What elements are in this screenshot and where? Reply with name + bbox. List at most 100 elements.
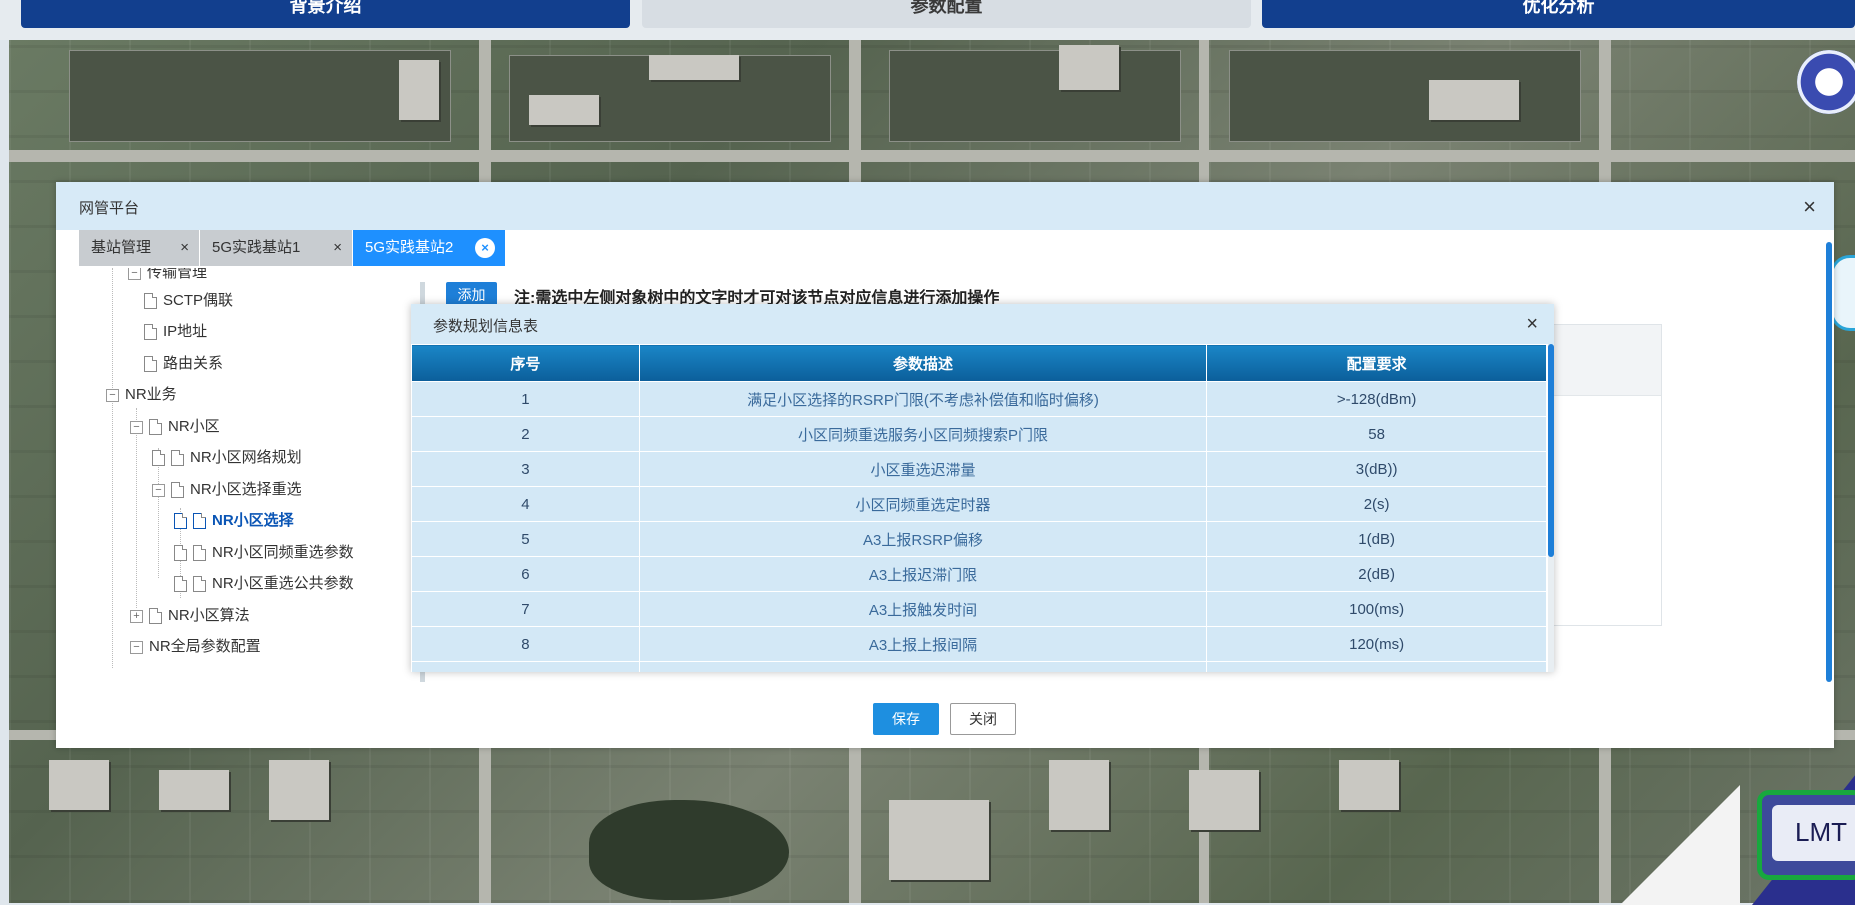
table-row: 3 小区重选迟滞量 3(dB)) — [411, 451, 1547, 487]
tab-station-management[interactable]: 基站管理 × — [79, 230, 199, 266]
modal-scrollbar-thumb[interactable] — [1548, 344, 1554, 557]
tree-node-label: 路由关系 — [163, 355, 224, 372]
tab-label: 5G实践基站1 — [212, 239, 301, 256]
document-icon — [144, 293, 157, 310]
row-requirement: 2(dB) — [1206, 556, 1547, 592]
modal-header: 参数规划信息表 × — [411, 304, 1554, 344]
document-icon — [144, 356, 157, 373]
settings-gear-icon[interactable] — [1797, 50, 1855, 114]
tab-label: 5G实践基站2 — [365, 239, 454, 256]
close-button[interactable]: 关闭 — [950, 703, 1016, 735]
tree-node-label: NR小区 — [168, 418, 220, 435]
tree-node-transport[interactable]: − 传输管理 — [128, 268, 207, 286]
document-icon — [149, 419, 162, 436]
tab-5g-station-1[interactable]: 5G实践基站1 × — [200, 230, 352, 266]
lmt-monitor-icon[interactable]: LMT — [1757, 790, 1855, 880]
row-requirement: 3(dB)) — [1206, 451, 1547, 487]
row-requirement: 100(ms) — [1206, 591, 1547, 627]
parameter-table: 序号 参数描述 配置要求 1 满足小区选择的RSRP门限(不考虑补偿值和临时偏移… — [411, 344, 1547, 672]
table-header-row: 序号 参数描述 配置要求 — [411, 344, 1547, 382]
tree-node-nr-cell-reselection[interactable]: − NR小区选择重选 — [152, 477, 302, 503]
tree-node-nr-service[interactable]: − NR业务 — [106, 382, 177, 408]
document-icon — [171, 450, 184, 467]
expand-icon[interactable]: + — [130, 609, 143, 623]
table-row: 2 小区同频重选服务小区同频搜索P门限 58 — [411, 416, 1547, 452]
modal-scrollbar[interactable] — [1548, 344, 1554, 672]
tab-5g-station-2[interactable]: 5G实践基站2 × — [353, 230, 505, 266]
nav-tab-optimization[interactable]: 优化分析 — [1262, 0, 1855, 28]
collapse-icon[interactable]: − — [130, 420, 143, 434]
document-icon — [193, 545, 206, 562]
tree-node-label: 传输管理 — [147, 268, 208, 281]
tab-close-icon[interactable]: × — [475, 238, 495, 258]
tree-node-label: NR小区算法 — [168, 607, 250, 624]
table-row: 5 A3上报RSRP偏移 1(dB) — [411, 521, 1547, 557]
lmt-label: LMT — [1772, 805, 1855, 861]
column-header-index: 序号 — [411, 344, 640, 382]
row-description: 小区同频重选服务小区同频搜索P门限 — [638, 416, 1208, 452]
tab-close-icon[interactable]: × — [180, 230, 189, 266]
row-requirement: 58 — [1206, 416, 1547, 452]
tree-node-ip-address[interactable]: IP地址 — [144, 319, 207, 345]
tree-node-nr-reselection-common[interactable]: NR小区重选公共参数 — [174, 571, 354, 597]
collapse-icon[interactable]: − — [106, 388, 119, 402]
table-row: 9 A3上报上报次数 4 — [411, 661, 1547, 672]
tree-node-label: IP地址 — [163, 323, 208, 340]
row-description: A3上报上报次数 — [638, 661, 1208, 672]
tree-node-nr-cell[interactable]: − NR小区 — [130, 414, 220, 440]
row-description: A3上报迟滞门限 — [638, 556, 1208, 592]
tree-node-label: NR小区选择重选 — [190, 481, 302, 498]
table-row: 8 A3上报上报间隔 120(ms) — [411, 626, 1547, 662]
row-description: 小区重选迟滞量 — [638, 451, 1208, 487]
tree-node-label: SCTP偶联 — [163, 292, 234, 309]
tree-node-nr-cell-network-plan[interactable]: NR小区网络规划 — [152, 445, 302, 471]
document-icon — [193, 576, 206, 593]
document-icon — [144, 324, 157, 341]
tree-node-nr-intra-freq-reselection[interactable]: NR小区同频重选参数 — [174, 540, 354, 566]
tree-node-label: NR业务 — [125, 386, 177, 403]
document-icon — [171, 482, 184, 499]
dialog-close-icon[interactable]: × — [1803, 194, 1816, 220]
parameter-planning-modal: 参数规划信息表 × 序号 参数描述 配置要求 1 满足小区选择的RSRP门限(不… — [411, 304, 1554, 672]
row-index: 7 — [411, 591, 640, 627]
row-index: 3 — [411, 451, 640, 487]
tree-node-nr-global-config[interactable]: − NR全局参数配置 — [130, 634, 261, 660]
document-icon — [174, 545, 187, 562]
tree-node-sctp[interactable]: SCTP偶联 — [144, 288, 233, 314]
row-description: 小区同频重选定时器 — [638, 486, 1208, 522]
tab-label: 基站管理 — [91, 239, 152, 256]
document-icon — [174, 576, 187, 593]
nav-tab-parameters[interactable]: 参数配置 — [642, 0, 1251, 28]
collapse-icon[interactable]: − — [152, 483, 165, 497]
row-index: 9 — [411, 661, 640, 672]
modal-close-icon[interactable]: × — [1526, 313, 1538, 336]
tree-node-route[interactable]: 路由关系 — [144, 351, 223, 377]
tree-node-label: NR小区同频重选参数 — [212, 544, 354, 561]
row-description: A3上报触发时间 — [638, 591, 1208, 627]
row-index: 2 — [411, 416, 640, 452]
save-button[interactable]: 保存 — [873, 703, 939, 735]
document-icon — [193, 513, 206, 530]
tree-node-label: NR小区选择 — [212, 512, 294, 529]
collapse-icon[interactable]: − — [130, 640, 143, 654]
row-requirement: 4 — [1206, 661, 1547, 672]
dialog-header: 网管平台 × — [56, 182, 1834, 230]
document-icon — [152, 450, 165, 467]
tree-node-nr-cell-algorithm[interactable]: + NR小区算法 — [130, 603, 250, 629]
row-description: 满足小区选择的RSRP门限(不考虑补偿值和临时偏移) — [638, 381, 1208, 417]
tree-node-label: NR小区网络规划 — [190, 449, 302, 466]
row-index: 5 — [411, 521, 640, 557]
row-index: 8 — [411, 626, 640, 662]
table-row: 7 A3上报触发时间 100(ms) — [411, 591, 1547, 627]
tree-node-label: NR全局参数配置 — [149, 638, 261, 655]
row-index: 1 — [411, 381, 640, 417]
dialog-title: 网管平台 — [79, 200, 140, 217]
column-header-description: 参数描述 — [638, 344, 1208, 382]
nav-tab-background[interactable]: 背景介绍 — [21, 0, 630, 28]
tab-close-icon[interactable]: × — [333, 230, 342, 266]
dialog-scrollbar[interactable] — [1826, 242, 1832, 682]
table-row: 4 小区同频重选定时器 2(s) — [411, 486, 1547, 522]
document-icon — [174, 513, 187, 530]
collapse-icon[interactable]: − — [128, 268, 141, 280]
tree-node-nr-cell-selection[interactable]: NR小区选择 — [174, 508, 294, 534]
